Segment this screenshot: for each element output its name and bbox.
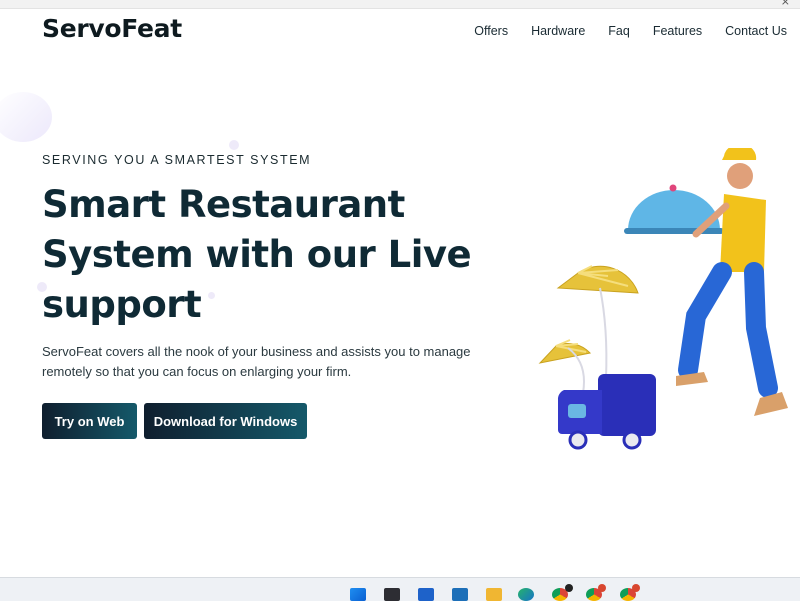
nav-hardware[interactable]: Hardware	[531, 24, 585, 38]
nav-faq[interactable]: Faq	[608, 24, 630, 38]
hero-headline: Smart Restaurant System with our Live su…	[42, 183, 472, 326]
notification-badge-icon	[598, 584, 606, 592]
delivery-truck-icon	[557, 374, 656, 450]
edge-icon[interactable]	[518, 588, 534, 601]
store-icon[interactable]	[418, 588, 434, 601]
try-on-web-button[interactable]: Try on Web	[42, 403, 137, 439]
mail-icon[interactable]	[452, 588, 468, 601]
windows-taskbar	[0, 577, 800, 601]
close-icon[interactable]: ×	[781, 0, 790, 8]
file-explorer-icon[interactable]	[486, 588, 502, 601]
nav-offers[interactable]: Offers	[474, 24, 508, 38]
hero-eyebrow: SERVING YOU A SMARTEST SYSTEM	[42, 153, 312, 167]
hero-description: ServoFeat covers all the nook of your bu…	[42, 344, 471, 379]
download-windows-button[interactable]: Download for Windows	[144, 403, 307, 439]
decorative-dot	[229, 140, 239, 150]
window-title-bar: ×	[0, 0, 800, 9]
main-nav: Offers Hardware Faq Features Contact Us	[474, 24, 787, 38]
delivery-illustration	[538, 148, 788, 450]
windows-start-icon[interactable]	[350, 588, 366, 601]
task-view-icon[interactable]	[384, 588, 400, 601]
fan-icon	[538, 265, 639, 394]
notification-badge-icon	[632, 584, 640, 592]
delivery-person-illustration	[676, 148, 788, 416]
nav-contact-us[interactable]: Contact Us	[725, 24, 787, 38]
decorative-bubble	[0, 92, 52, 142]
site-logo[interactable]: ServoFeat	[42, 14, 182, 43]
notification-badge-icon	[565, 584, 573, 592]
nav-features[interactable]: Features	[653, 24, 702, 38]
